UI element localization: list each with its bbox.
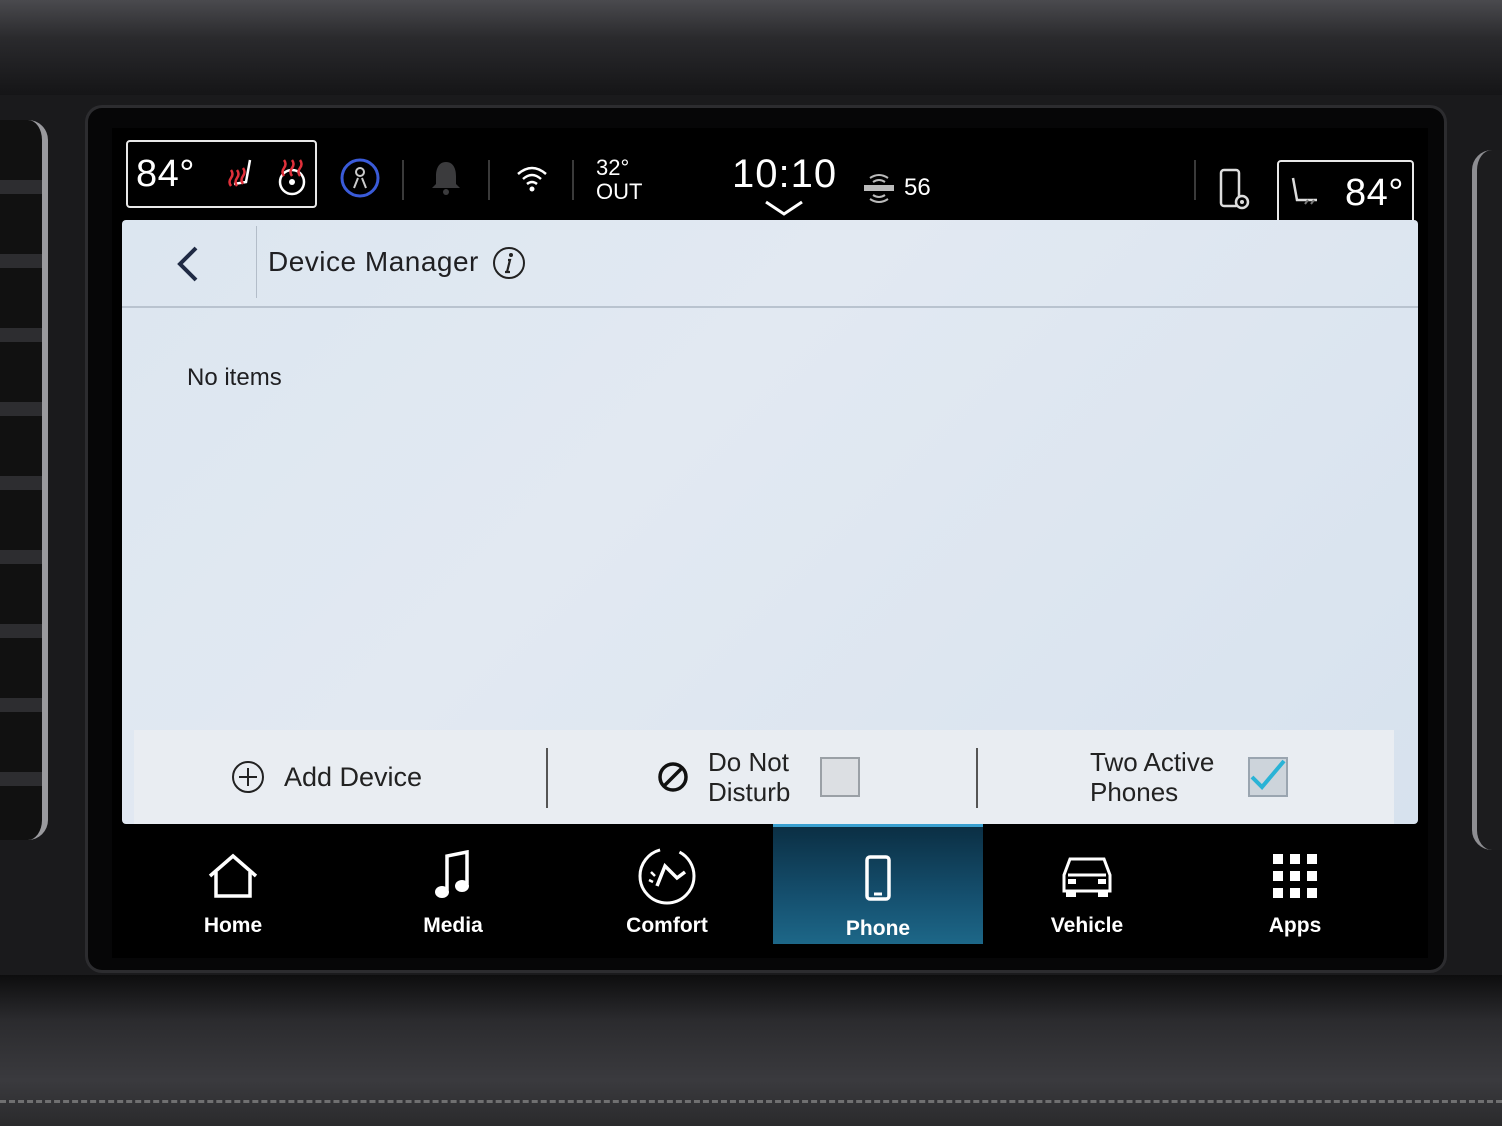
seat-heat-icon[interactable]: [226, 156, 262, 196]
right-air-vent: [1472, 150, 1502, 850]
plus-circle-icon: [232, 761, 264, 793]
steering-wheel-heat-icon[interactable]: [274, 156, 310, 196]
two-active-phones-label: Two Active Phones: [1090, 747, 1214, 807]
action-divider: [976, 748, 978, 808]
do-not-disturb-icon: [658, 762, 688, 792]
phone-settings-icon[interactable]: [1218, 168, 1250, 217]
outside-temp-value: 32°: [596, 155, 630, 180]
add-device-label: Add Device: [284, 761, 423, 792]
outside-temp-label: OUT: [596, 179, 643, 204]
two-active-phones-label-line2: Phones: [1090, 777, 1179, 807]
dashboard-top: [0, 0, 1502, 95]
nav-phone-label: Phone: [845, 917, 911, 940]
two-active-phones-checkbox[interactable]: [1248, 757, 1289, 797]
bottom-navigation: Home Media Comfort Phone Vehicle Apps: [112, 824, 1428, 958]
do-not-disturb-label: Do Not Disturb: [708, 747, 790, 807]
comfort-icon: [637, 846, 697, 906]
nav-comfort[interactable]: Comfort: [562, 824, 772, 944]
outside-temperature: 32° OUT: [596, 156, 642, 204]
nav-media-label: Media: [423, 914, 483, 937]
nav-phone[interactable]: Phone: [773, 824, 983, 944]
action-divider: [546, 748, 548, 808]
device-manager-panel: Device Manager No items Add Device Do No…: [122, 220, 1418, 824]
dashboard-bottom: [0, 975, 1502, 1126]
siriusxm-signal-icon: [862, 172, 896, 209]
status-separator: [572, 160, 574, 200]
car-icon: [1058, 846, 1116, 906]
action-bar: Add Device Do Not Disturb Two Active Pho: [134, 730, 1394, 824]
passenger-climate-button[interactable]: 84°: [1277, 160, 1414, 226]
nav-vehicle-label: Vehicle: [1050, 914, 1124, 937]
nav-apps[interactable]: Apps: [1190, 824, 1400, 944]
music-note-icon: [433, 846, 473, 906]
nav-home[interactable]: Home: [128, 824, 338, 944]
checkmark-icon: [1250, 759, 1286, 790]
do-not-disturb-toggle[interactable]: Do Not Disturb: [656, 730, 861, 824]
driver-temp: 84°: [136, 152, 195, 195]
header-divider: [256, 226, 257, 298]
notification-bell-icon[interactable]: [428, 158, 464, 203]
status-separator: [402, 160, 404, 200]
home-icon: [206, 846, 260, 906]
nav-home-label: Home: [203, 914, 263, 937]
two-active-phones-label-line1: Two Active: [1090, 747, 1215, 777]
dashboard-stitching: [0, 1100, 1502, 1103]
empty-list-text: No items: [187, 364, 282, 391]
page-header: Device Manager: [122, 220, 1418, 308]
apps-grid-icon: [1271, 846, 1319, 906]
do-not-disturb-label-line2: Disturb: [708, 777, 791, 807]
status-bar: 84° 32° OUT 10:10 56 84°: [112, 128, 1428, 226]
infotainment-screen: 84° 32° OUT 10:10 56 84° Device Manager …: [112, 128, 1428, 958]
do-not-disturb-label-line1: Do Not: [708, 747, 789, 777]
nav-vehicle[interactable]: Vehicle: [982, 824, 1192, 944]
do-not-disturb-checkbox[interactable]: [820, 757, 861, 797]
phone-icon: [863, 849, 893, 909]
nav-apps-label: Apps: [1268, 914, 1322, 937]
status-separator: [1194, 160, 1196, 200]
chevron-left-icon: [177, 246, 198, 282]
two-active-phones-toggle[interactable]: Two Active Phones: [1090, 730, 1289, 824]
left-air-vent: [0, 120, 48, 840]
passenger-seat-icon[interactable]: [1287, 174, 1323, 212]
back-button[interactable]: [162, 238, 214, 290]
driver-assist-icon[interactable]: [338, 156, 382, 205]
info-icon[interactable]: [492, 246, 526, 285]
nav-comfort-label: Comfort: [626, 914, 708, 937]
status-separator: [488, 160, 490, 200]
driver-climate-button[interactable]: 84°: [126, 140, 317, 208]
clock[interactable]: 10:10: [732, 152, 837, 197]
siriusxm-channel: 56: [904, 174, 931, 201]
wifi-icon: [514, 164, 550, 199]
page-title: Device Manager: [268, 246, 479, 277]
add-device-button[interactable]: Add Device: [230, 730, 422, 824]
nav-media[interactable]: Media: [348, 824, 558, 944]
passenger-temp: 84°: [1345, 171, 1404, 214]
